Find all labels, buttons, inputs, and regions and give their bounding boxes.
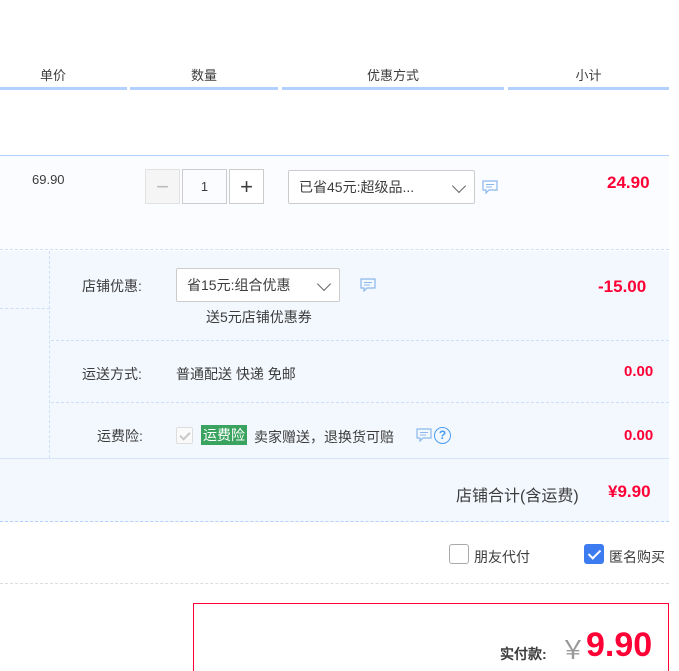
payment-label: 实付款: [500,646,547,662]
header-underline [508,87,669,90]
anonymous-checkbox[interactable] [584,544,604,564]
item-discount-select[interactable]: 已省45元:超级品... [288,170,475,204]
shipping-amount: 0.00 [624,363,654,380]
shop-total-amount: ¥9.90 [608,482,651,501]
shipping-label: 运送方式: [82,366,142,382]
quantity-increase-button[interactable]: + [229,169,264,204]
divider [0,308,50,309]
item-subtotal: 24.90 [607,173,650,192]
chevron-down-icon [451,178,467,194]
divider [51,340,669,341]
chevron-down-icon [316,276,332,292]
friend-pay-checkbox[interactable] [449,544,469,564]
shop-discount-amount: -15.00 [598,277,647,296]
payment-currency: ￥ [560,635,587,665]
item-discount-select-value: 已省45元:超级品... [299,179,415,195]
unit-price: 69.90 [32,172,65,187]
shop-total-label: 店铺合计(含运费) [456,488,579,505]
shipping-method: 普通配送 快递 免邮 [176,366,296,382]
header-underline [282,87,504,90]
quantity-input[interactable]: 1 [182,169,227,204]
help-icon[interactable]: ? [434,427,451,444]
payment-amount: 9.90 [586,626,653,664]
friend-pay-label: 朋友代付 [474,549,530,565]
anonymous-label: 匿名购买 [609,549,665,565]
message-icon[interactable] [482,180,498,194]
insurance-badge: 运费险 [201,425,247,445]
divider [51,402,669,403]
plus-icon: + [240,173,253,199]
message-icon[interactable] [416,428,432,442]
shop-discount-label: 店铺优惠: [82,278,142,294]
insurance-label: 运费险: [97,428,143,444]
shop-discount-select[interactable]: 省15元:组合优惠 [176,268,340,302]
header-underline [0,87,127,90]
divider [0,458,669,459]
insurance-amount: 0.00 [624,427,654,444]
shop-side-column [0,251,50,458]
minus-icon: − [156,173,169,199]
insurance-checkbox [176,427,193,444]
coupon-note: 送5元店铺优惠券 [206,309,312,325]
header-underline [130,87,278,90]
message-icon[interactable] [360,278,376,292]
quantity-decrease-button[interactable]: − [145,169,180,204]
divider [0,583,669,584]
insurance-description: 卖家赠送，退换货可赔 [254,429,394,445]
shop-discount-select-value: 省15元:组合优惠 [187,277,291,293]
